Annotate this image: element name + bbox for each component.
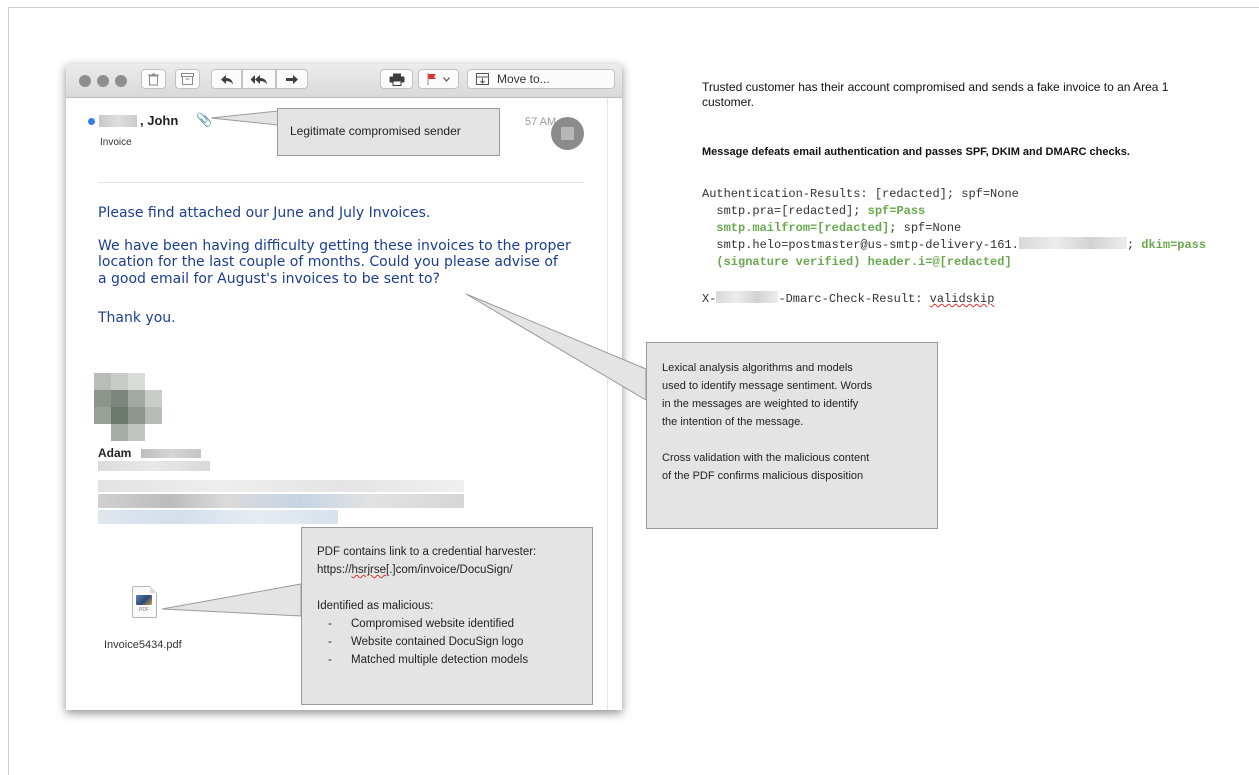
redacted-domain [1018, 237, 1127, 249]
dmarc-line: X- -Dmarc-Check-Result: validskip [702, 291, 995, 306]
printer-icon [389, 73, 404, 86]
flag-button[interactable] [418, 69, 459, 89]
forward-icon [286, 74, 298, 84]
delete-button[interactable] [141, 69, 166, 89]
red-flag-icon [427, 73, 436, 85]
lexical-line-2: used to identify message sentiment. Word… [662, 380, 873, 392]
malicious-indicators-list: Compromised website identified Website c… [317, 615, 536, 669]
auth-line-4: smtp.helo=postmaster@us-smtp-delivery-16… [702, 237, 1207, 252]
pdf-attachment-icon[interactable]: PDF [132, 586, 157, 618]
close-window-button[interactable] [79, 75, 91, 87]
body-paragraph-1: Please find attached our June and July I… [98, 205, 431, 221]
move-to-button[interactable]: Move to... [467, 69, 615, 89]
message-subject: Invoice [100, 137, 132, 148]
redacted-header-name [716, 291, 779, 303]
list-item: Compromised website identified [328, 615, 536, 633]
archive-icon [181, 73, 194, 85]
lexical-line-4: the intention of the message. [662, 416, 804, 428]
body-paragraph-2-line-2: location for the last couple of months. … [98, 254, 558, 270]
auth-line-1: Authentication-Results: [redacted]; spf=… [702, 187, 1019, 201]
pdf-icon-label: PDF [139, 607, 149, 613]
auth-line-3: smtp.mailfrom=[redacted]; spf=None [702, 221, 962, 235]
signature-name: Adam [98, 446, 132, 460]
sender-name[interactable]: , John [140, 113, 178, 128]
reply-all-icon [250, 74, 267, 84]
pdf-analysis-callout: PDF contains link to a credential harves… [301, 527, 593, 705]
zoom-window-button[interactable] [115, 75, 127, 87]
identified-heading: Identified as malicious: [317, 600, 434, 612]
reply-all-button[interactable] [242, 69, 276, 89]
paperclip-icon: 📎 [196, 112, 213, 127]
attachment-filename[interactable]: Invoice5434.pdf [104, 639, 182, 651]
lexical-line-6: of the PDF confirms malicious dispositio… [662, 470, 864, 482]
lexical-line-1: Lexical analysis algorithms and models [662, 362, 853, 374]
body-paragraph-2-line-1: We have been having difficulty getting t… [98, 238, 571, 254]
archive-button[interactable] [175, 69, 200, 89]
unread-indicator [88, 118, 95, 125]
forward-button[interactable] [276, 69, 308, 89]
attack-description: Trusted customer has their account compr… [702, 80, 1169, 109]
redacted-sender-name [99, 115, 137, 127]
move-to-label: Move to... [497, 72, 550, 86]
lexical-analysis-callout: Lexical analysis algorithms and models u… [646, 342, 938, 529]
pdf-callout-line-1: PDF contains link to a credential harves… [317, 546, 537, 558]
reply-icon [220, 74, 233, 84]
auth-line-5: (signature verified) header.i=@[redacted… [702, 255, 1012, 269]
print-button[interactable] [380, 69, 413, 89]
scroll-track [607, 98, 608, 710]
auth-defeat-highlight: Message defeats email authentication and… [702, 146, 1130, 158]
header-divider [98, 182, 584, 183]
body-paragraph-2-line-3: a good email for August's invoices to be… [98, 271, 440, 287]
sender-callout: Legitimate compromised sender [277, 108, 500, 156]
harvester-url: https://hsrjrse[.]com/invoice/DocuSign/ [317, 564, 513, 576]
minimize-window-button[interactable] [97, 75, 109, 87]
auth-line-2: smtp.pra=[redacted]; spf=Pass [702, 204, 926, 218]
lexical-line-5: Cross validation with the malicious cont… [662, 452, 870, 464]
move-to-icon [476, 73, 489, 85]
trash-icon [148, 73, 159, 85]
reply-button[interactable] [211, 69, 242, 89]
mail-toolbar: Move to... [66, 64, 622, 98]
list-item: Website contained DocuSign logo [328, 633, 536, 651]
avatar [551, 117, 584, 150]
list-item: Matched multiple detection models [328, 651, 536, 669]
body-closing: Thank you. [98, 310, 176, 326]
sender-callout-text: Legitimate compromised sender [290, 124, 461, 138]
chevron-down-icon [443, 76, 450, 82]
lexical-line-3: in the messages are weighted to identify [662, 398, 859, 410]
